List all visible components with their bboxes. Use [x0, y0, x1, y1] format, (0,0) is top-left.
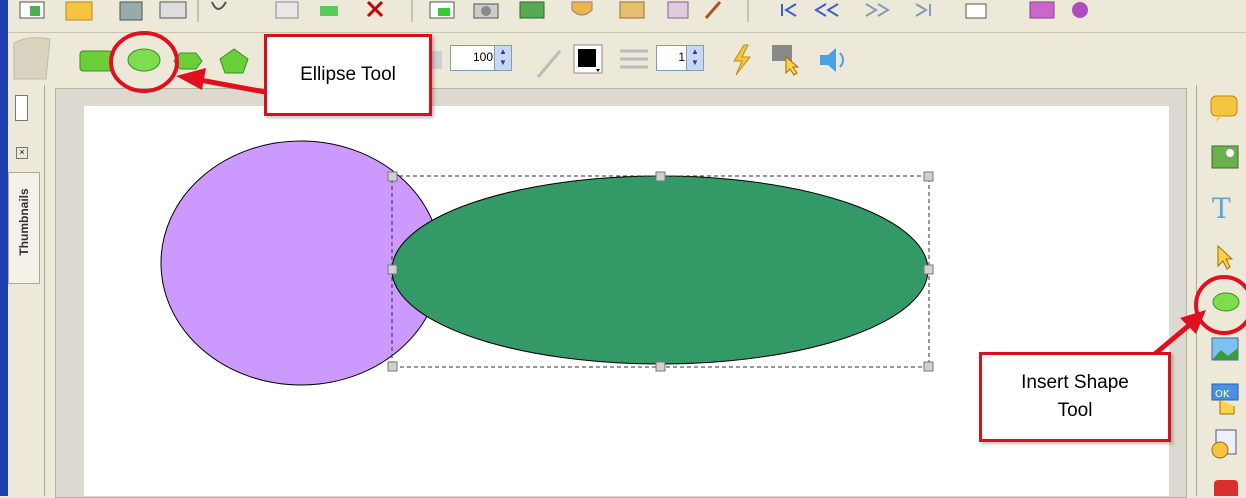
- ellipse-tool-highlight: [109, 31, 179, 93]
- insert-shape-tool-callout-text: Insert Shape Tool: [1021, 372, 1129, 421]
- insert-shape-tool-highlight: [1194, 275, 1246, 335]
- insert-shape-tool-callout: Insert Shape Tool: [979, 352, 1171, 442]
- ellipse-tool-callout: Ellipse Tool: [264, 34, 432, 116]
- ellipse-tool-arrow: [176, 68, 266, 95]
- insert-shape-tool-arrow: [1148, 310, 1206, 360]
